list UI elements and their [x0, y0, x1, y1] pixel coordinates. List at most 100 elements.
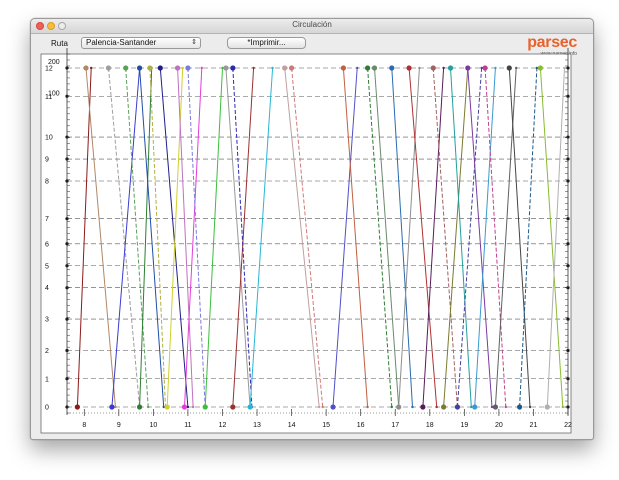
- train-start-marker: [230, 404, 236, 410]
- train-end-marker: [411, 405, 414, 409]
- hour-label: 15: [322, 422, 330, 429]
- train-start-marker: [365, 65, 371, 71]
- station-label: 10: [45, 135, 53, 142]
- station-label: 0: [45, 405, 49, 412]
- train-end-marker: [366, 405, 369, 409]
- train-start-marker: [164, 404, 170, 410]
- train-start-marker: [482, 65, 488, 71]
- train-start-marker: [147, 65, 153, 71]
- train-end-marker: [318, 405, 321, 409]
- train-end-marker: [221, 66, 224, 70]
- train-start-marker: [472, 404, 478, 410]
- train-start-marker: [517, 404, 523, 410]
- hour-label: 22: [564, 422, 572, 429]
- hour-label: 19: [460, 422, 468, 429]
- km-axis-label: 100: [48, 91, 60, 98]
- train-end-marker: [321, 405, 324, 409]
- train-start-marker: [396, 404, 402, 410]
- train-start-marker: [430, 65, 436, 71]
- train-end-marker: [494, 66, 497, 70]
- train-start-marker: [420, 404, 426, 410]
- train-end-marker: [480, 66, 483, 70]
- hour-label: 17: [391, 422, 399, 429]
- train-start-marker: [282, 65, 288, 71]
- train-start-marker: [492, 404, 499, 410]
- train-end-marker: [89, 66, 93, 70]
- train-end-marker: [200, 66, 203, 70]
- station-label: 1: [45, 376, 49, 383]
- hour-label: 8: [82, 422, 86, 429]
- hour-label: 14: [288, 422, 296, 429]
- train-end-marker: [186, 405, 190, 409]
- train-start-marker: [136, 404, 143, 410]
- train-end-marker: [356, 66, 359, 70]
- train-start-marker: [340, 65, 347, 71]
- train-start-marker: [441, 404, 447, 410]
- train-start-marker: [454, 404, 461, 410]
- hour-label: 16: [357, 422, 365, 429]
- train-start-marker: [447, 65, 454, 71]
- train-end-marker: [435, 405, 438, 409]
- train-end-marker: [563, 66, 566, 70]
- hour-label: 9: [117, 422, 121, 429]
- train-end-marker: [535, 66, 539, 70]
- train-start-marker: [371, 65, 378, 71]
- train-start-marker: [230, 65, 236, 71]
- station-label: 2: [45, 348, 49, 355]
- train-end-marker: [470, 405, 473, 409]
- hour-label: 18: [426, 422, 434, 429]
- train-start-marker: [109, 404, 115, 410]
- km-axis-label: 200: [48, 59, 60, 66]
- train-start-marker: [185, 65, 191, 71]
- train-start-marker: [506, 65, 512, 71]
- train-end-marker: [514, 66, 518, 70]
- train-end-marker: [490, 405, 494, 409]
- train-end-marker: [418, 66, 421, 70]
- app-window: Circulación Ruta Palencia-Santander ⇕ *I…: [30, 18, 594, 440]
- train-start-marker: [123, 65, 129, 71]
- train-start-marker: [389, 65, 395, 71]
- station-label: 6: [45, 241, 49, 248]
- train-end-marker: [271, 66, 274, 70]
- hour-label: 10: [149, 422, 157, 429]
- circulation-chart: 01234567891011121002008 9 10 11 12 13 14 15 16 17…: [40, 48, 572, 434]
- train-end-marker: [561, 405, 565, 409]
- train-start-marker: [465, 65, 471, 71]
- train-end-marker: [191, 405, 195, 409]
- train-start-marker: [537, 65, 543, 71]
- hour-label: 11: [184, 422, 191, 429]
- train-end-marker: [390, 405, 393, 409]
- train-start-marker: [247, 404, 253, 410]
- train-end-marker: [252, 66, 255, 70]
- station-label: 5: [45, 263, 49, 270]
- train-start-marker: [83, 65, 89, 71]
- train-end-marker: [114, 405, 117, 409]
- train-start-marker: [74, 404, 80, 410]
- station-label: 12: [45, 66, 53, 73]
- train-start-marker: [157, 65, 163, 71]
- train-end-marker: [528, 405, 532, 409]
- station-label: 4: [45, 285, 49, 292]
- train-start-marker: [330, 404, 336, 410]
- train-end-marker: [181, 66, 184, 70]
- station-label: 9: [45, 157, 49, 164]
- train-end-marker: [146, 405, 150, 409]
- hour-label: 21: [530, 422, 538, 429]
- hour-label: 20: [495, 422, 503, 429]
- train-end-marker: [442, 66, 445, 70]
- train-start-marker: [406, 65, 412, 71]
- station-label: 8: [45, 179, 49, 186]
- hour-label: 13: [253, 422, 261, 429]
- train-start-marker: [544, 404, 550, 410]
- train-start-marker: [181, 404, 188, 410]
- station-label: 3: [45, 317, 49, 324]
- train-start-marker: [288, 65, 295, 71]
- train-start-marker: [105, 65, 112, 71]
- train-start-marker: [223, 65, 229, 71]
- hour-label: 12: [219, 422, 227, 429]
- station-label: 7: [45, 216, 49, 223]
- train-end-marker: [504, 405, 508, 409]
- train-start-marker: [202, 404, 208, 410]
- train-start-marker: [174, 65, 181, 71]
- train-start-marker: [136, 65, 143, 71]
